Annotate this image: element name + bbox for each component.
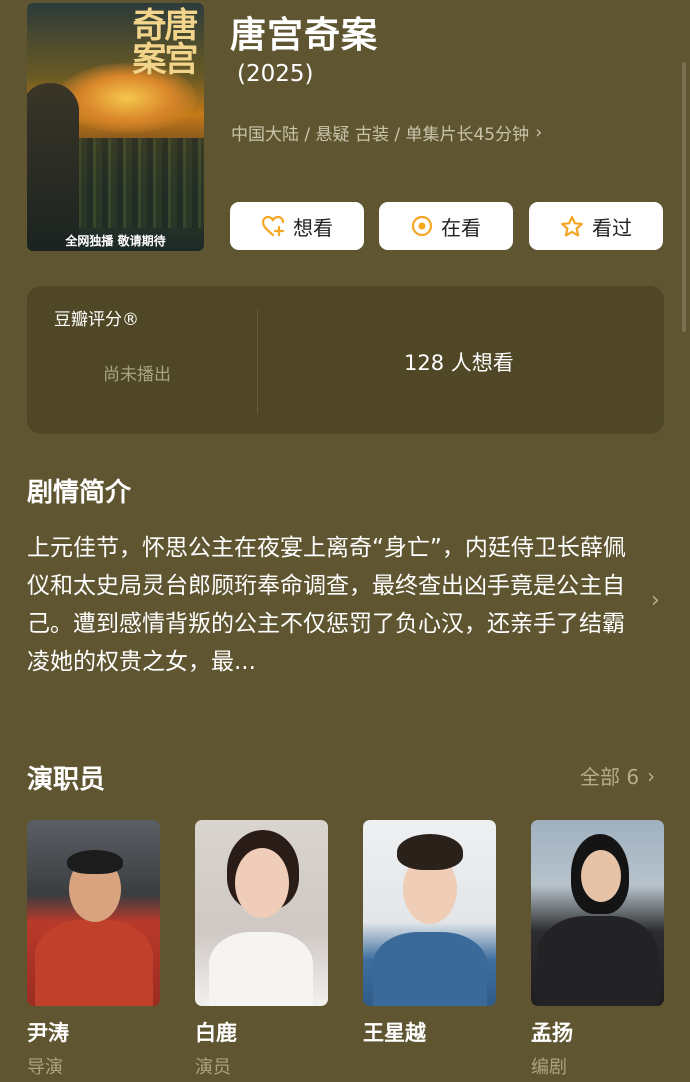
cast-name: 尹涛: [27, 1021, 69, 1045]
watching-label: 在看: [441, 215, 481, 240]
photo-body: [373, 932, 487, 1006]
poster-caption: 全网独播 敬请期待: [65, 234, 166, 248]
photo-body: [35, 920, 153, 1006]
poster-calligraphy: 唐宫奇案: [126, 7, 198, 75]
chevron-right-icon: ›: [647, 763, 656, 788]
cast-role: 编剧: [531, 1057, 567, 1078]
cast-name: 白鹿: [195, 1021, 237, 1045]
cast-photo: [363, 820, 496, 1006]
heart-plus-icon: [261, 215, 285, 237]
target-icon: [411, 215, 433, 237]
synopsis-text[interactable]: 上元佳节，怀思公主在夜宴上离奇“身亡”，内廷侍卫长薛佩仪和太史局灵台郎顾珩奉命调…: [27, 529, 637, 681]
want-to-watch-button[interactable]: 想看: [230, 202, 364, 250]
cast-name: 孟扬: [531, 1021, 573, 1045]
cast-card[interactable]: 孟扬 编剧: [531, 820, 664, 1079]
want-count: 128 人想看: [404, 351, 514, 375]
watched-button[interactable]: 看过: [529, 202, 663, 250]
cast-role: 导演: [27, 1057, 63, 1078]
rating-card: 豆瓣评分® 尚未播出 128 人想看: [27, 286, 664, 434]
rating-label: 豆瓣评分®: [54, 310, 139, 330]
scrollbar[interactable]: [682, 62, 686, 332]
chevron-right-icon: ›: [535, 122, 543, 143]
photo-hair: [67, 850, 123, 874]
star-icon: [560, 215, 584, 238]
cast-all-link[interactable]: 全部 6 ›: [580, 761, 655, 790]
cast-photo: [195, 820, 328, 1006]
cast-photo: [531, 820, 664, 1006]
cast-photo: [27, 820, 160, 1006]
cast-card[interactable]: 尹涛 导演: [27, 820, 160, 1079]
poster-figure: [27, 83, 79, 251]
watching-button[interactable]: 在看: [379, 202, 513, 250]
poster-image[interactable]: 唐宫奇案 全网独播 敬请期待: [27, 3, 204, 251]
cast-title: 演职员: [27, 765, 106, 795]
cast-all-label: 全部 6: [580, 765, 640, 789]
photo-body: [537, 916, 659, 1006]
chevron-right-icon[interactable]: ›: [651, 588, 660, 613]
page-title: 唐宫奇案: [230, 15, 379, 56]
cast-card[interactable]: 王星越: [363, 820, 496, 1053]
synopsis-title: 剧情简介: [27, 478, 132, 508]
rating-status: 尚未播出: [103, 365, 171, 385]
cast-card[interactable]: 白鹿 演员: [195, 820, 328, 1079]
meta-info: 中国大陆 / 悬疑 古装 / 单集片长45分钟: [231, 125, 530, 145]
cast-role: 演员: [195, 1057, 231, 1078]
photo-face: [581, 850, 621, 902]
photo-body: [209, 932, 313, 1006]
rating-divider: [257, 310, 258, 414]
want-to-watch-label: 想看: [293, 215, 333, 240]
release-year: (2025): [237, 61, 314, 87]
meta-info-link[interactable]: 中国大陆 / 悬疑 古装 / 单集片长45分钟 ›: [231, 120, 542, 145]
watched-label: 看过: [592, 215, 632, 240]
photo-hair: [397, 834, 463, 870]
cast-name: 王星越: [363, 1021, 426, 1045]
photo-face: [235, 848, 289, 918]
